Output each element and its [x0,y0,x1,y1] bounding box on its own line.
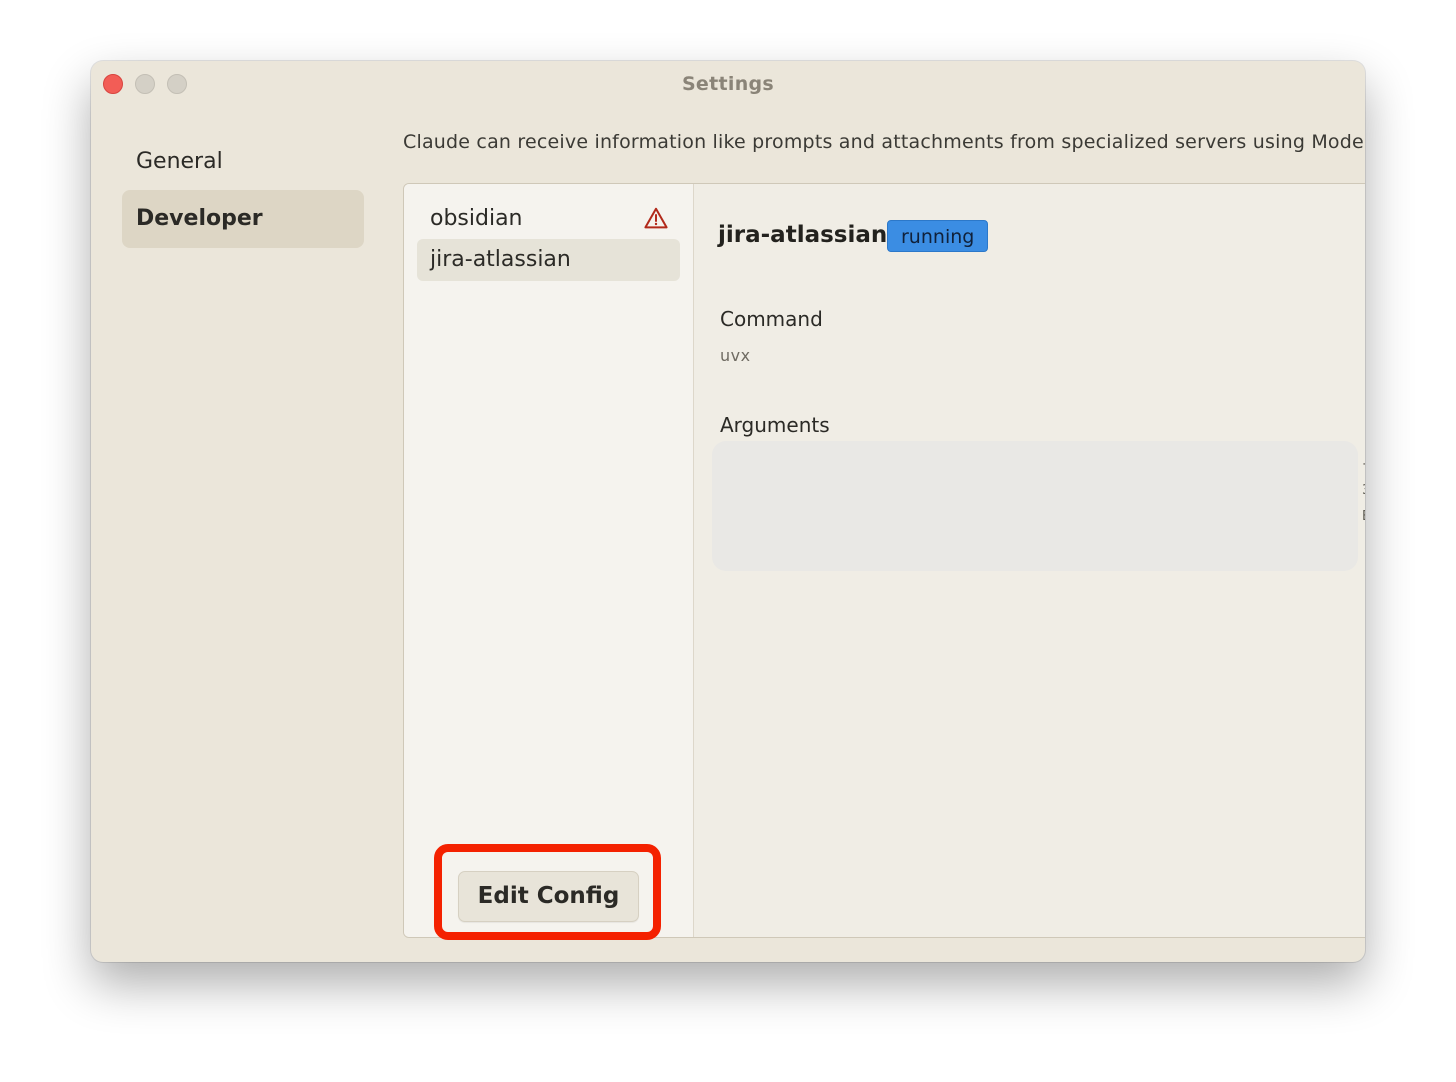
command-value: uvx [720,346,751,365]
developer-panel: obsidian jira-atlassian Edit Config jira… [403,183,1365,938]
server-item-label: obsidian [430,206,523,231]
settings-window: Settings General Developer Claude can re… [91,61,1365,962]
title-bar: Settings [91,61,1365,107]
sidebar-item-general[interactable]: General [122,133,364,191]
arguments-overflow-glyphs: +3E [1362,452,1365,530]
server-list: obsidian jira-atlassian Edit Config [404,184,694,937]
warning-triangle-icon [644,207,668,229]
server-item-obsidian[interactable]: obsidian [417,198,680,240]
server-item-label: jira-atlassian [430,247,571,272]
server-item-jira-atlassian[interactable]: jira-atlassian [417,239,680,281]
arguments-field[interactable] [712,441,1358,571]
status-badge: running [887,220,989,252]
sidebar-item-developer[interactable]: Developer [122,190,364,248]
arguments-label: Arguments [720,413,830,437]
mcp-description: Claude can receive information like prom… [403,131,1365,153]
edit-config-button[interactable]: Edit Config [458,871,639,922]
server-detail-title: jira-atlassian [718,222,888,248]
command-label: Command [720,307,823,331]
window-title: Settings [681,73,775,95]
server-detail: jira-atlassian running Command uvx Argum… [694,184,1365,937]
